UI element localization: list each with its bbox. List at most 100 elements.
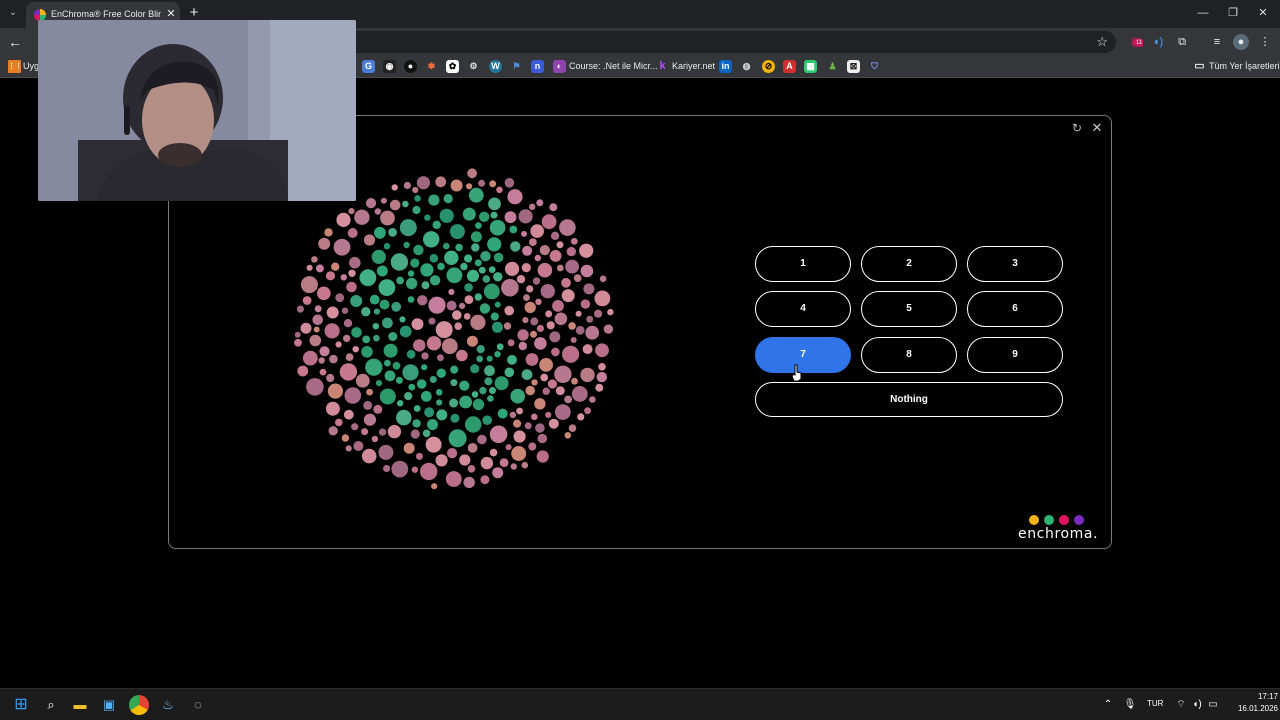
plate-dot-background xyxy=(549,250,562,262)
translate-bookmark-icon[interactable]: G xyxy=(362,60,375,73)
n-bookmark-icon[interactable]: n xyxy=(531,60,544,73)
plate-dot-figure xyxy=(410,258,420,268)
back-arrow-icon[interactable]: ← xyxy=(6,32,24,52)
plate-dot-background xyxy=(441,338,458,355)
openai-bookmark-icon[interactable]: ✿ xyxy=(446,60,459,73)
plate-dot-background xyxy=(517,329,529,341)
close-icon[interactable]: ✕ xyxy=(1090,121,1104,135)
input-language[interactable]: TUR xyxy=(1147,699,1163,708)
enchroma-logo: enchroma. xyxy=(1018,526,1099,542)
plate-dot-figure xyxy=(472,398,485,411)
image-bookmark-icon[interactable]: ⊠ xyxy=(847,60,860,73)
extensions-puzzle-icon[interactable]: ⧉ xyxy=(1174,34,1190,50)
course-bookmark-label[interactable]: Course: .Net ile Micr... xyxy=(569,60,658,73)
folder-icon[interactable]: ▭ xyxy=(1193,60,1206,73)
search-icon[interactable]: ⌕ xyxy=(41,695,61,715)
all-bookmarks-label[interactable]: Tüm Yer İşaretleri xyxy=(1209,60,1280,73)
plate-dot-figure xyxy=(388,332,398,341)
plate-dot-figure xyxy=(369,294,380,305)
reload-icon[interactable]: ↻ xyxy=(1070,121,1084,135)
address-bar[interactable]: ☆ xyxy=(340,31,1116,53)
clock-date[interactable]: 16.01.2026 xyxy=(1228,704,1278,713)
plate-dot-figure xyxy=(391,301,402,312)
tab-close-icon[interactable]: ✕ xyxy=(165,7,177,21)
sheets-bookmark-icon[interactable]: ▦ xyxy=(804,60,817,73)
flag-bookmark-icon[interactable]: ⚑ xyxy=(510,60,523,73)
file-explorer-icon[interactable]: ▬ xyxy=(70,695,90,715)
clock-time[interactable]: 17:17 xyxy=(1238,692,1278,701)
plate-dot-background xyxy=(556,264,564,272)
asterisk-bookmark-icon[interactable]: ✱ xyxy=(425,60,438,73)
a-bookmark-icon[interactable]: A xyxy=(783,60,796,73)
plate-dot-background xyxy=(586,315,594,323)
read-aloud-icon[interactable]: ◖) xyxy=(1150,34,1166,50)
tab-search-chevron-icon[interactable]: ⌄ xyxy=(4,4,22,22)
plate-dot-figure xyxy=(414,195,421,202)
answer-button-7[interactable]: 7 xyxy=(755,337,851,373)
plate-dot-background xyxy=(503,322,512,330)
github-icon[interactable]: ◉ xyxy=(383,60,396,73)
answer-button-9[interactable]: 9 xyxy=(967,337,1063,373)
answer-button-3[interactable]: 3 xyxy=(967,246,1063,282)
new-tab-plus-icon[interactable]: + xyxy=(186,5,202,21)
plate-dot-background xyxy=(309,334,322,347)
shield-bookmark-icon[interactable]: ⛉ xyxy=(868,60,881,73)
windows-start-icon[interactable]: ⊞ xyxy=(11,695,31,715)
circle-bookmark-icon[interactable]: ● xyxy=(404,60,417,73)
plate-dot-background xyxy=(568,322,576,330)
plate-dot-background xyxy=(416,176,430,190)
hand-cursor-icon xyxy=(791,364,802,382)
plate-dot-background xyxy=(511,446,527,461)
bookmark-star-icon[interactable]: ☆ xyxy=(1096,33,1108,51)
apps-bookmark-label[interactable]: Uyg xyxy=(23,60,39,73)
gear-bookmark-icon[interactable]: ⚙ xyxy=(467,60,480,73)
course-bookmark-icon[interactable]: ◐ xyxy=(553,60,566,73)
apps-grid-icon[interactable]: ⋮⋮ xyxy=(8,60,22,73)
plate-dot-figure xyxy=(490,211,498,219)
linkedin-icon[interactable]: in xyxy=(719,60,732,73)
globe-bookmark-icon[interactable]: ◍ xyxy=(740,60,753,73)
kariyer-bookmark-label[interactable]: Kariyer.net xyxy=(672,60,715,73)
nothing-button[interactable]: Nothing xyxy=(755,382,1063,417)
app-icon[interactable]: ◌ xyxy=(188,695,208,715)
plate-dot-background xyxy=(529,203,536,210)
battery-icon[interactable]: ▭ xyxy=(1203,695,1223,715)
plate-dot-background xyxy=(437,354,444,362)
extension-icon[interactable]: ▣ 11 xyxy=(1128,34,1144,50)
answer-button-5[interactable]: 5 xyxy=(861,291,957,327)
profile-avatar-icon[interactable]: ● xyxy=(1233,34,1249,50)
plate-dot-background xyxy=(548,418,559,429)
answer-button-4[interactable]: 4 xyxy=(755,291,851,327)
plate-dot-background xyxy=(365,198,377,209)
plate-dot-background xyxy=(598,363,606,371)
tray-chevron-up-icon[interactable]: ⌃ xyxy=(1098,695,1118,715)
kebab-menu-icon[interactable]: ⋮ xyxy=(1257,34,1273,50)
microphone-icon[interactable]: 🎙 xyxy=(1120,695,1140,715)
plate-dot-background xyxy=(509,411,517,419)
wordpress-icon[interactable]: W xyxy=(489,60,502,73)
chess-bookmark-icon[interactable]: ♟ xyxy=(826,60,839,73)
plate-dot-background xyxy=(302,296,312,305)
chrome-icon[interactable] xyxy=(129,695,149,715)
answer-button-6[interactable]: 6 xyxy=(967,291,1063,327)
plate-dot-figure xyxy=(439,208,454,223)
kariyer-icon[interactable]: k xyxy=(656,60,669,73)
yellow-bookmark-icon[interactable]: ⊘ xyxy=(762,60,775,73)
answer-button-2[interactable]: 2 xyxy=(861,246,957,282)
answer-button-8[interactable]: 8 xyxy=(861,337,957,373)
plate-dot-background xyxy=(525,353,539,366)
restore-icon[interactable]: ❐ xyxy=(1223,4,1243,22)
media-control-icon[interactable]: ≡ xyxy=(1209,34,1225,50)
plate-dot-figure xyxy=(351,327,362,338)
answer-button-1[interactable]: 1 xyxy=(755,246,851,282)
window-close-icon[interactable]: ✕ xyxy=(1253,4,1273,22)
tab-title: EnChroma® Free Color Blind Te xyxy=(51,9,161,19)
plate-dot-background xyxy=(335,341,342,348)
plate-dot-background xyxy=(504,305,514,316)
plate-dot-figure xyxy=(376,265,388,277)
steam-icon[interactable]: ♨ xyxy=(158,695,178,715)
plate-dot-figure xyxy=(494,351,501,358)
minimize-icon[interactable]: — xyxy=(1193,4,1213,22)
plate-dot-figure xyxy=(429,375,437,384)
store-icon[interactable]: ▣ xyxy=(99,695,119,715)
